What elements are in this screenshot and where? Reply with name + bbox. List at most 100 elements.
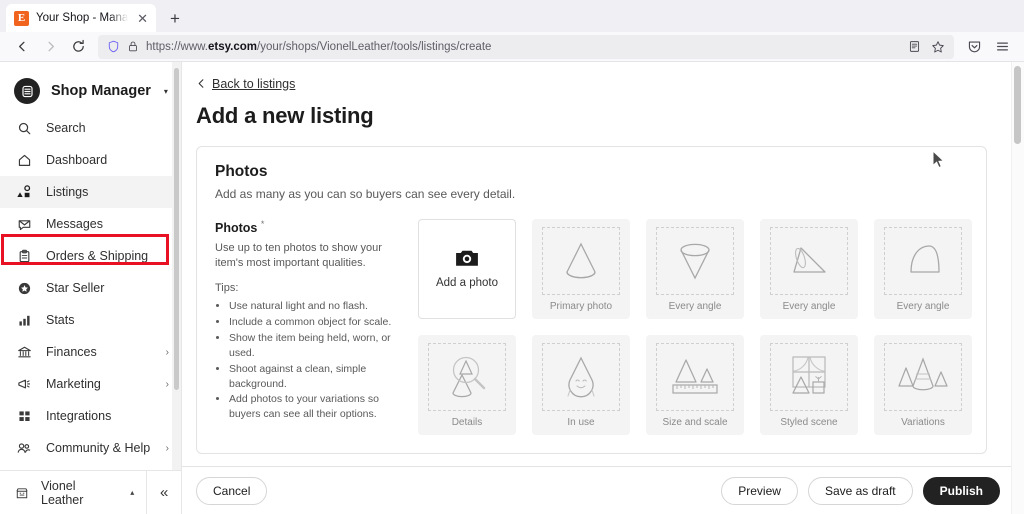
add-a-photo-tile[interactable]: Add a photo <box>418 218 516 319</box>
sidebar-scrollbar-thumb[interactable] <box>174 68 179 390</box>
shop-manager-brand[interactable]: Shop Manager ▾ <box>0 70 181 112</box>
tips-label: Tips: <box>215 282 239 294</box>
cone-icon <box>542 226 620 295</box>
sidebar-item-label: Listings <box>46 185 89 199</box>
tile-label: Details <box>451 416 483 428</box>
ruler-cones-icon <box>656 342 734 411</box>
publish-button[interactable]: Publish <box>922 476 1000 505</box>
main-content: Back to listings Add a new listing Photo… <box>182 62 1024 514</box>
clipboard-icon <box>15 249 33 264</box>
chevron-right-icon: › <box>165 442 169 454</box>
reload-button[interactable] <box>64 34 92 60</box>
home-icon <box>15 153 33 168</box>
every-angle-tile-2[interactable]: Every angle <box>760 218 858 319</box>
sidebar-item-search[interactable]: Search <box>0 112 181 144</box>
mouse-cursor <box>932 150 945 169</box>
reader-view-icon[interactable] <box>908 40 921 53</box>
sidebar-item-label: Dashboard <box>46 153 108 167</box>
cone-side-icon <box>770 226 848 295</box>
chevron-up-icon: ▴ <box>130 488 135 497</box>
photos-card-title: Photos <box>215 162 268 180</box>
sidebar-shop-footer[interactable]: Vionel Leather ▴ « <box>0 470 181 514</box>
sidebar-item-stats[interactable]: Stats <box>0 304 181 336</box>
page-scrollbar-thumb[interactable] <box>1014 66 1021 144</box>
collapse-sidebar-button[interactable]: « <box>146 470 181 514</box>
photos-card: Photos Add as many as you can so buyers … <box>196 145 987 454</box>
sidebar-item-label: Integrations <box>46 409 112 423</box>
tip-item: Shoot against a clean, simple background… <box>229 362 400 392</box>
primary-photo-tile[interactable]: Primary photo <box>532 218 630 319</box>
back-to-listings-link[interactable]: Back to listings <box>196 77 295 91</box>
photo-tile-grid: Add a photo Primary photo Every angle Ev… <box>418 218 972 435</box>
shop-manager-logo-icon <box>14 78 40 104</box>
tile-label: Variations <box>901 416 945 428</box>
sidebar-item-star-seller[interactable]: Star Seller <box>0 272 181 304</box>
every-angle-tile-1[interactable]: Every angle <box>646 218 744 319</box>
back-link-label: Back to listings <box>212 76 296 91</box>
variations-tile[interactable]: Variations <box>874 334 972 435</box>
bookmark-star-icon[interactable] <box>931 40 945 54</box>
shop-icon <box>15 486 29 500</box>
cancel-button[interactable]: Cancel <box>196 476 268 505</box>
form-action-bar: Cancel Preview Save as draft Publish <box>182 466 1024 514</box>
back-button[interactable] <box>8 34 36 60</box>
sidebar-item-messages[interactable]: Messages <box>0 208 181 240</box>
styled-scene-tile[interactable]: Styled scene <box>760 334 858 435</box>
camera-icon <box>455 248 479 268</box>
sidebar-scrollbar-track[interactable] <box>172 62 181 470</box>
browser-tab[interactable]: E Your Shop - Manage Listin ✕ <box>6 4 156 32</box>
star-badge-icon <box>15 281 33 296</box>
lock-icon <box>127 40 139 53</box>
url-text: https://www.etsy.com/your/shops/VionelLe… <box>146 40 492 53</box>
sidebar-item-label: Community & Help <box>46 441 151 455</box>
sidebar-item-label: Messages <box>46 217 103 231</box>
sidebar-item-integrations[interactable]: Integrations <box>0 400 181 432</box>
sidebar-item-listings[interactable]: Listings <box>0 176 181 208</box>
tips-list: Use natural light and no flash. Include … <box>215 299 400 422</box>
preview-button[interactable]: Preview <box>721 476 798 505</box>
app-menu-icon[interactable] <box>988 34 1016 60</box>
sidebar-item-community-help[interactable]: Community & Help › <box>0 432 181 464</box>
shield-icon <box>107 40 120 53</box>
sidebar-item-label: Stats <box>46 313 75 327</box>
sidebar-scroll-area: Shop Manager ▾ Search Dashboard Listings… <box>0 62 181 470</box>
forward-button[interactable] <box>36 34 64 60</box>
envelope-icon <box>15 217 33 232</box>
cone-face-icon <box>542 342 620 411</box>
details-tile[interactable]: Details <box>418 334 516 435</box>
chevron-right-icon: › <box>165 346 169 358</box>
size-and-scale-tile[interactable]: Size and scale <box>646 334 744 435</box>
grid-icon <box>15 409 33 424</box>
bank-icon <box>15 345 33 360</box>
in-use-tile[interactable]: In use <box>532 334 630 435</box>
page-scrollbar-track[interactable] <box>1011 62 1024 514</box>
browser-toolbar: https://www.etsy.com/your/shops/VionelLe… <box>0 32 1024 62</box>
sidebar-item-finances[interactable]: Finances › <box>0 336 181 368</box>
every-angle-tile-3[interactable]: Every angle <box>874 218 972 319</box>
address-bar[interactable]: https://www.etsy.com/your/shops/VionelLe… <box>98 34 954 59</box>
sidebar-item-label: Marketing <box>46 377 101 391</box>
tip-item: Include a common object for scale. <box>229 315 400 330</box>
sidebar-item-dashboard[interactable]: Dashboard <box>0 144 181 176</box>
new-tab-button[interactable]: + <box>170 9 180 29</box>
cone-inverted-icon <box>656 226 734 295</box>
save-as-draft-button[interactable]: Save as draft <box>807 476 913 505</box>
magnifier-cone-icon <box>428 342 506 411</box>
sidebar-item-label: Search <box>46 121 86 135</box>
megaphone-icon <box>15 377 33 392</box>
browser-window: E Your Shop - Manage Listin ✕ + <box>0 0 1024 514</box>
photos-field-description: Use up to ten photos to show your item's… <box>215 241 382 269</box>
listings-icon <box>15 184 33 200</box>
sidebar-item-marketing[interactable]: Marketing › <box>0 368 181 400</box>
sidebar-item-orders-shipping[interactable]: Orders & Shipping <box>0 240 181 272</box>
chevron-right-icon: › <box>165 378 169 390</box>
tile-label: In use <box>567 416 595 428</box>
window-scene-icon <box>770 342 848 411</box>
tip-item: Add photos to your variations so buyers … <box>229 392 400 422</box>
search-icon <box>15 121 33 136</box>
cone-top-icon <box>884 226 962 295</box>
sidebar-item-label: Star Seller <box>46 281 105 295</box>
close-icon[interactable]: ✕ <box>137 12 148 25</box>
pocket-icon[interactable] <box>960 34 988 60</box>
shop-name-label: Vionel Leather <box>41 478 84 507</box>
